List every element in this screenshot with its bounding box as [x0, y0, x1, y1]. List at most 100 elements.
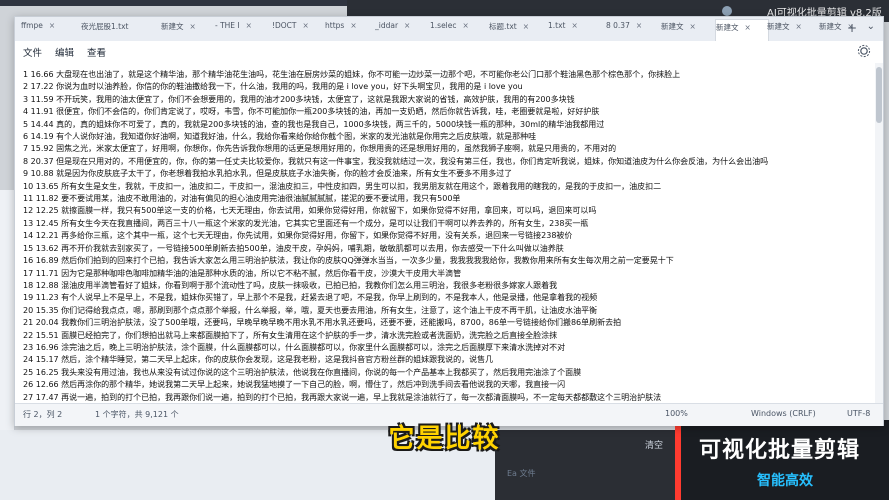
editor-line[interactable]: 24 15.17 然后，涂个精华睡觉，第二天早上起床，你的皮肤你会发现，这是我老…: [23, 354, 871, 366]
tab-label: !DOCT: [272, 21, 297, 30]
editor-line[interactable]: 13 12.45 所有女生今天在我直播间，两百三十八一瓶这个米家的发光油，它其实…: [23, 218, 871, 230]
editor-line[interactable]: 6 14.19 有个人说你好油，我知道你好油啊，知道我好油，什么，我给你看来给你…: [23, 131, 871, 143]
tab-13[interactable]: 新建文 ×: [715, 19, 769, 42]
editor-line[interactable]: 8 20.37 但是现在只用对的，不用便宜的，你，你的第一任丈夫比较爱你，我就只…: [23, 156, 871, 168]
tab-list-chevron-icon[interactable]: ⌄: [867, 21, 875, 32]
tab-label: 新建文: [767, 22, 790, 31]
editor-line[interactable]: 25 16.25 我头来没有用过油，我也从来没有试过你说的这个三明治护肤法，他说…: [23, 367, 871, 379]
editor-line[interactable]: 17 11.71 因为它是那种咖啡色咖啡加精华油的油是那种水质的油，所以它不粘不…: [23, 268, 871, 280]
tab-9[interactable]: 标题.txt ×: [489, 21, 541, 37]
close-icon[interactable]: ×: [190, 22, 196, 31]
editor-line[interactable]: 9 10.88 就是因为你皮肤底子太干了，你老想着我拍水乳拍水乳，但是皮肤底子水…: [23, 168, 871, 180]
app-logo-icon: [722, 6, 732, 16]
text-editor[interactable]: 1 16.66 大盘现在也出油了，就是这个精华油，那个精华油花生油吗，花生油在厨…: [15, 63, 883, 403]
editor-line[interactable]: 12 12.25 就擦面膜一样，我只有500单这一支的价格，七天无理由，你去试用…: [23, 205, 871, 217]
tab-2[interactable]: 夜光屁股1.txt×: [81, 21, 133, 37]
tab-label: 新建文: [716, 23, 739, 32]
editor-line[interactable]: 1 16.66 大盘现在也出油了，就是这个精华油，那个精华油花生油吗，花生油在厨…: [23, 69, 871, 81]
editor-line[interactable]: 21 20.04 我教你们三明治护肤法，没了500单哦，还要吗，早晚早晚早晚不用…: [23, 317, 871, 329]
editor-line[interactable]: 16 16.89 然后你们拍到的回来打个已拍，我告诉大家怎么用三明治护肤法，我让…: [23, 255, 871, 267]
promo-tagline: 智能高效: [757, 473, 813, 489]
tab-5[interactable]: !DOCT ×: [272, 21, 324, 37]
log-text: Ea 文件: [507, 469, 536, 478]
tab-label: https: [325, 21, 345, 30]
menu-file[interactable]: 文件: [23, 45, 42, 59]
new-tab-icon[interactable]: +: [847, 21, 857, 35]
editor-line[interactable]: 11 11.82 要不要试用某，油皮不敢用油的，对油有偏见的担心油皮用完油很油腻…: [23, 193, 871, 205]
editor-line[interactable]: 4 11.91 很便宜，你们不会信的，你们肯定说了，哎呀，韦雪，你不可能加你一瓶…: [23, 106, 871, 118]
tab-11[interactable]: 8 0.37 ×: [606, 21, 658, 37]
editor-line[interactable]: 18 12.88 混油皮用半滴管看好了姐妹，你看到啊于那个流动性了吗，皮肤一抹吸…: [23, 280, 871, 292]
zoom-level: 100%: [665, 409, 688, 418]
tab-7[interactable]: _iddar ×: [375, 21, 427, 37]
tab-12[interactable]: 新建文 ×: [661, 21, 713, 37]
tab-bar: ffmpe×夜光屁股1.txt×新建文×- THE I×!DOCT×https×…: [15, 17, 883, 42]
tab-label: 1.txt: [548, 21, 566, 30]
tab-8[interactable]: 1.selec ×: [430, 21, 482, 37]
tab-4[interactable]: - THE I ×: [215, 21, 267, 37]
vertical-scrollbar[interactable]: [875, 63, 883, 403]
tab-label: 新建文: [661, 22, 684, 31]
gear-icon[interactable]: [857, 44, 871, 58]
line-text: 22 15.51 面膜已经拍完了，你们想拍出就马上来都面膜拍下了，所有女生清用在…: [23, 330, 558, 340]
close-icon[interactable]: ×: [246, 21, 252, 30]
tab-1[interactable]: ffmpe ×: [21, 21, 73, 37]
editor-line[interactable]: 19 11.23 有个人说早上不是早上，不是我，姐妹你买错了，早上那个不是我，赶…: [23, 292, 871, 304]
line-text: 2 17.22 你说为血时以油养脸，你信的你的鞋油撒给我一下，什么油，我用的吗，…: [23, 82, 523, 92]
subtitle-text: 它是比较: [388, 424, 501, 454]
line-text: 18 12.88 混油皮用半滴管看好了姐妹，你看到啊于那个流动性了吗，皮肤一抹吸…: [23, 280, 558, 290]
editor-line[interactable]: 15 13.62 再不开价我就去别家买了，一号链接500单刷新去拍500单，油皮…: [23, 243, 871, 255]
line-text: 20 15.35 你们记得给我点点，嗯，那刷到那个点点那个举报，什么举报，举，哦…: [23, 305, 598, 315]
editor-line[interactable]: 20 15.35 你们记得给我点点，嗯，那刷到那个点点那个举报，什么举报，举，哦…: [23, 305, 871, 317]
editor-line[interactable]: 10 13.65 所有女生是女生，我就，干皮扣一，油皮扣二，干皮扣一，混油皮扣三…: [23, 181, 871, 193]
menu-edit[interactable]: 编辑: [55, 45, 74, 59]
line-text: 11 11.82 要不要试用某，油皮不敢用油的，对油有偏见的担心油皮用完油很油腻…: [23, 194, 461, 204]
line-text: 21 20.04 我教你们三明治护肤法，没了500单哦，还要吗，早晚早晚早晚不用…: [23, 318, 622, 328]
editor-line[interactable]: 14 12.21 再多给你三瓶，这个其中一瓶，这个七天无理由，你先试用，如果你觉…: [23, 230, 871, 242]
tab-6[interactable]: https ×: [325, 21, 377, 37]
close-icon[interactable]: ×: [49, 21, 55, 30]
line-text: 25 16.25 我头来没有用过油，我也从来没有试过你说的这个三明治护肤法，他说…: [23, 367, 582, 377]
close-icon[interactable]: ×: [303, 21, 309, 30]
tab-14[interactable]: 新建文 ×: [767, 21, 819, 37]
tab-10[interactable]: 1.txt ×: [548, 21, 600, 37]
tab-15[interactable]: 新建文 ×: [819, 21, 871, 37]
close-icon[interactable]: ×: [796, 22, 802, 31]
menu-view[interactable]: 查看: [87, 45, 106, 59]
tab-label: 1.selec: [430, 21, 457, 30]
line-text: 4 11.91 很便宜，你们不会信的，你们肯定说了，哎呀，韦雪，你不可能加你一瓶…: [23, 107, 600, 117]
editor-lines[interactable]: 1 16.66 大盘现在也出油了，就是这个精华油，那个精华油花生油吗，花生油在厨…: [23, 69, 871, 403]
close-icon[interactable]: ×: [523, 22, 529, 31]
tab-label: 夜光屁股1.txt: [81, 22, 129, 31]
editor-line[interactable]: 3 11.59 不开玩笑，我用的油太便宜了，你们不会想要用的，我用的油才200多…: [23, 94, 871, 106]
close-icon[interactable]: ×: [571, 21, 577, 30]
editor-line[interactable]: 27 17.47 再说一遍，拍到的打个已拍，我再跟你们说一遍，拍到的打个已拍，我…: [23, 392, 871, 403]
line-text: 6 14.19 有个人说你好油，我知道你好油啊，知道我好油，什么，我给你看来给你…: [23, 132, 537, 142]
line-text: 27 17.47 再说一遍，拍到的打个已拍，我再跟你们说一遍，拍到的打个已拍，我…: [23, 392, 662, 402]
scrollbar-thumb[interactable]: [876, 67, 882, 123]
close-icon[interactable]: ×: [350, 21, 356, 30]
tab-label: _iddar: [375, 21, 399, 30]
editor-line[interactable]: 23 16.96 涂完油之后，晚上三明治护肤法，涂个面膜，什么面膜都可以，什么面…: [23, 342, 871, 354]
editor-line[interactable]: 7 15.92 固焦之光，米家太便宜了，好用啊，你想你，你先告诉我你想用的话更是…: [23, 143, 871, 155]
close-icon[interactable]: ×: [404, 21, 410, 30]
tab-3[interactable]: 新建文 ×: [161, 21, 213, 37]
line-text: 9 10.88 就是因为你皮肤底子太干了，你老想着我拍水乳拍水乳，但是皮肤底子水…: [23, 169, 513, 179]
editor-line[interactable]: 5 14.44 真的，真的姐妹你不可爱了，真的，我就是200多块钱的油，查的我也…: [23, 119, 871, 131]
tab-label: - THE I: [215, 21, 240, 30]
close-icon[interactable]: ×: [463, 21, 469, 30]
line-text: 3 11.59 不开玩笑，我用的油太便宜了，你们不会想要用的，我用的油才200多…: [23, 94, 575, 104]
tab-label: 标题.txt: [489, 22, 517, 31]
tab-label: 8 0.37: [606, 21, 630, 30]
editor-line[interactable]: 26 12.66 然后再涂你的那个精华，她说我第二天早上起来，她说我猛地摸了一下…: [23, 379, 871, 391]
close-icon[interactable]: ×: [636, 21, 642, 30]
line-text: 5 14.44 真的，真的姐妹你不可爱了，真的，我就是200多块钱的油，查的我也…: [23, 119, 605, 129]
close-icon[interactable]: ×: [690, 22, 696, 31]
tab-label: ffmpe: [21, 21, 43, 30]
line-ending: Windows (CRLF): [751, 409, 816, 418]
line-text: 17 11.71 因为它是那种咖啡色咖啡加精华油的油是那种水质的油，所以它不粘不…: [23, 268, 462, 278]
line-text: 13 12.45 所有女生今天在我直播间，两百三十八一瓶这个米家的发光油，它其实…: [23, 218, 589, 228]
editor-line[interactable]: 2 17.22 你说为血时以油养脸，你信的你的鞋油撒给我一下，什么油，我用的吗，…: [23, 81, 871, 93]
editor-line[interactable]: 22 15.51 面膜已经拍完了，你们想拍出就马上来都面膜拍下了，所有女生清用在…: [23, 330, 871, 342]
close-icon[interactable]: ×: [745, 23, 751, 32]
